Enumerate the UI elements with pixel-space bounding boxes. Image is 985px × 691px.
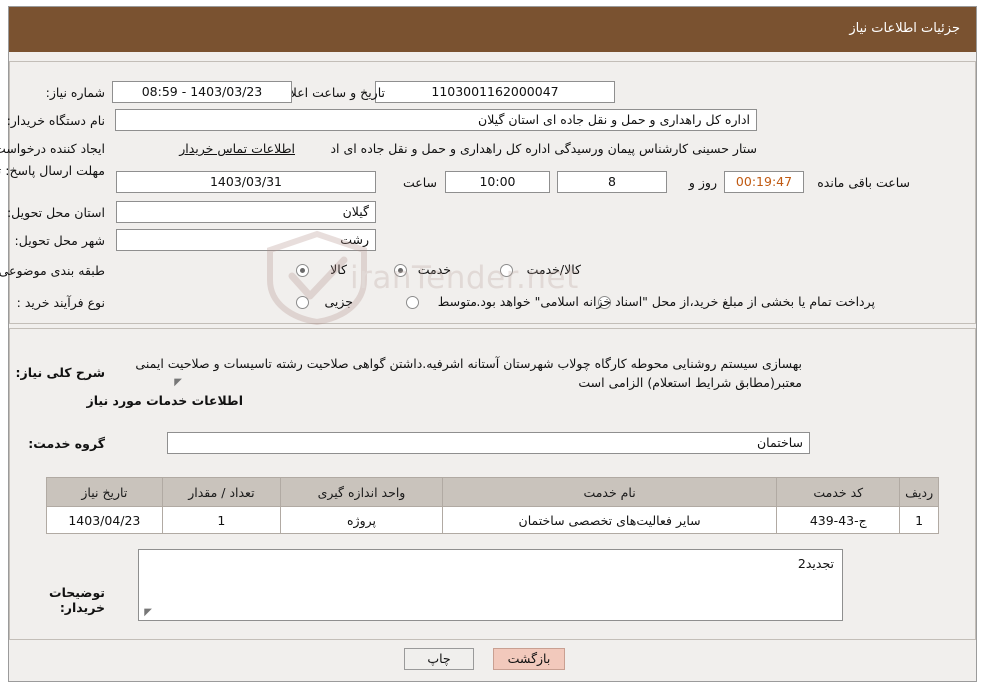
deadline-label: مهلت ارسال پاسخ: تا تاریخ: [0, 163, 105, 179]
remaining-time-label: ساعت باقی مانده [817, 175, 910, 190]
need-number-value: 1103001162000047 [375, 81, 615, 103]
col-row: ردیف [899, 477, 939, 507]
table-row: 1 ج-43-439 سایر فعالیت‌های تخصصی ساختمان… [46, 506, 939, 534]
radio-category-kala[interactable] [296, 264, 309, 277]
radio-category-kala-label: کالا [330, 262, 347, 277]
cell-unit: پروژه [280, 506, 443, 534]
radio-category-kala-khedmat[interactable] [500, 264, 513, 277]
general-desc-text: بهسازی سیستم روشنایی محوطه کارگاه چولاب … [135, 356, 802, 390]
radio-category-khedmat-label: خدمت [417, 262, 451, 277]
page-header: جزئیات اطلاعات نیاز [9, 7, 976, 52]
buyer-org-label: نام دستگاه خریدار: [6, 113, 105, 128]
cell-row: 1 [899, 506, 939, 534]
buyer-org-value: اداره کل راهداری و حمل و نقل جاده ای است… [115, 109, 757, 131]
remaining-time-value: 00:19:47 [724, 171, 804, 193]
general-desc-resize-grip[interactable]: ◤ [172, 378, 182, 388]
purchase-type-label: نوع فرآیند خرید : [16, 295, 105, 310]
province-value: گیلان [116, 201, 376, 223]
province-label: استان محل تحویل: [6, 205, 105, 220]
services-info-title: اطلاعات خدمات مورد نیاز [86, 393, 244, 408]
col-unit: واحد اندازه گیری [280, 477, 443, 507]
services-table: ردیف کد خدمت نام خدمت واحد اندازه گیری ت… [46, 477, 939, 534]
page-root: جزئیات اطلاعات نیاز شماره نیاز: 11030011… [0, 0, 985, 691]
cell-code: ج-43-439 [776, 506, 901, 534]
buyer-notes-resize-grip[interactable]: ◤ [142, 608, 152, 618]
col-name: نام خدمت [441, 477, 778, 507]
requester-value: ستار حسینی کارشناس پیمان ورسیدگی اداره ک… [330, 141, 757, 156]
radio-purchase-jozei[interactable] [296, 296, 309, 309]
service-group-label: گروه خدمت: [28, 436, 105, 451]
deadline-hour-value: 10:00 [445, 171, 550, 193]
buyer-notes-value[interactable]: تجدید2 ◤ [138, 549, 843, 621]
table-header-row: ردیف کد خدمت نام خدمت واحد اندازه گیری ت… [46, 477, 939, 507]
service-group-value: ساختمان [167, 432, 810, 454]
need-number-label: شماره نیاز: [45, 85, 105, 100]
buyer-notes-label: توضیحات خریدار: [49, 585, 105, 615]
radio-purchase-motevaset-label: متوسط [437, 294, 477, 309]
buyer-contact-link[interactable]: اطلاعات تماس خریدار [179, 141, 295, 156]
deadline-days-label: روز و [688, 175, 717, 190]
page-title: جزئیات اطلاعات نیاز [849, 21, 960, 36]
requester-label: ایجاد کننده درخواست: [0, 141, 105, 156]
col-qty: تعداد / مقدار [161, 477, 282, 507]
purchase-treasury-note: پرداخت تمام یا بخشی از مبلغ خرید،از محل … [476, 294, 875, 309]
col-code: کد خدمت [776, 477, 901, 507]
deadline-date-value: 1403/03/31 [116, 171, 376, 193]
radio-purchase-motevaset[interactable] [406, 296, 419, 309]
cell-qty: 1 [161, 506, 282, 534]
city-value: رشت [116, 229, 376, 251]
cell-name: سایر فعالیت‌های تخصصی ساختمان [441, 506, 778, 534]
deadline-hour-label: ساعت [402, 175, 437, 190]
radio-purchase-jozei-label: جزیی [324, 294, 353, 309]
print-button[interactable]: چاپ [404, 648, 474, 670]
category-label: طبقه بندی موضوعی: [0, 263, 105, 278]
radio-category-khedmat[interactable] [394, 264, 407, 277]
deadline-label-text: مهلت ارسال پاسخ: تا تاریخ: [0, 163, 105, 178]
general-desc-label: شرح کلی نیاز: [15, 365, 105, 380]
announce-datetime-value: 1403/03/23 - 08:59 [112, 81, 292, 103]
cell-date: 1403/04/23 [46, 506, 163, 534]
radio-category-kala-khedmat-label: کالا/خدمت [526, 262, 581, 277]
deadline-days-value: 8 [557, 171, 667, 193]
col-date: تاریخ نیاز [46, 477, 163, 507]
back-button[interactable]: بازگشت [493, 648, 565, 670]
city-label: شهر محل تحویل: [14, 233, 105, 248]
buyer-notes-text: تجدید2 [797, 556, 834, 571]
